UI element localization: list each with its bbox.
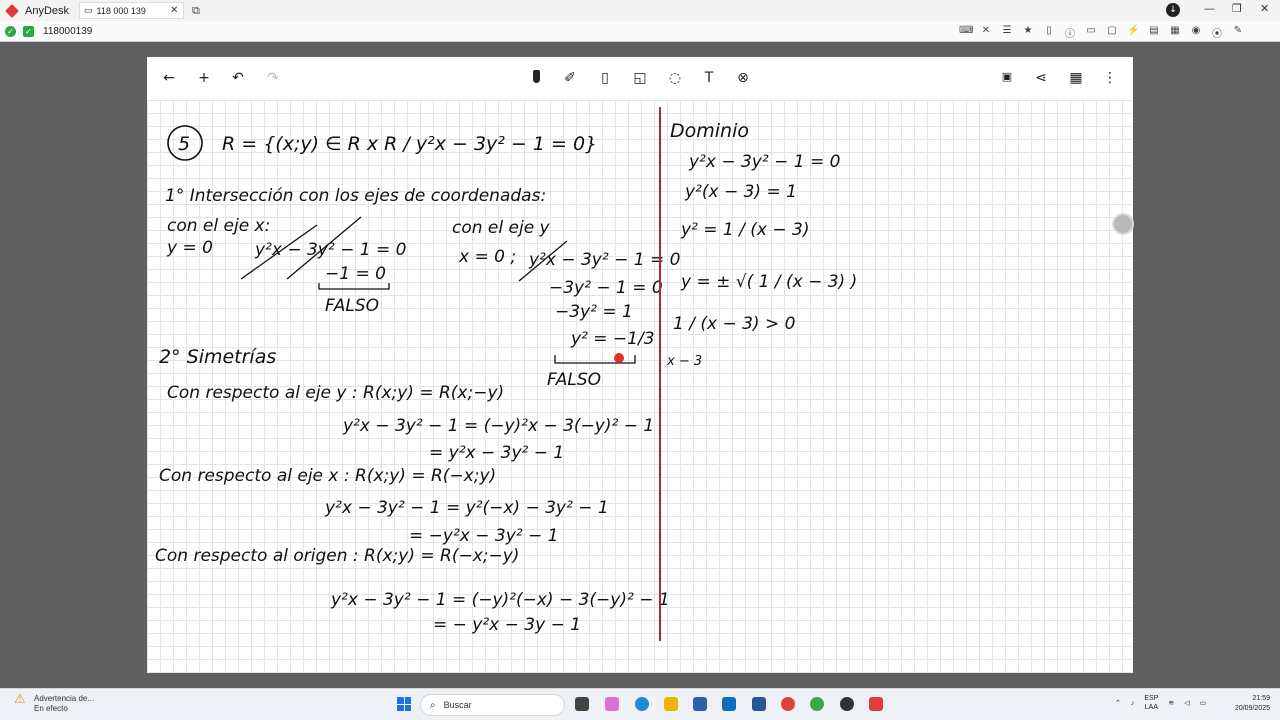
chrome-profile-icon[interactable] — [810, 697, 824, 711]
file-explorer-icon[interactable] — [664, 697, 678, 711]
dominio-line-4: y = ± √( 1 / (x − 3) ) — [680, 272, 857, 292]
eje-y-line-3: y² = −1/3 — [570, 329, 655, 349]
symmetry-y-line-2: = y²x − 3y² − 1 — [429, 443, 564, 463]
tools-icon[interactable]: ✕ — [980, 25, 992, 40]
input-icon[interactable]: ⌨ — [959, 25, 973, 40]
language-indicator[interactable]: ESP LAA — [1144, 694, 1158, 712]
remote-id: 118000139 — [43, 25, 93, 37]
dominio-title: Dominio — [670, 120, 749, 142]
dominio-line-2: y²(x − 3) = 1 — [684, 182, 797, 202]
symmetry-origin-line-2: = − y²x − 3y − 1 — [433, 615, 581, 635]
anydesk-taskbar-icon[interactable] — [869, 697, 883, 711]
app-icon[interactable] — [840, 697, 854, 711]
clock[interactable]: 21:59 20/09/2025 — [1235, 694, 1270, 714]
notification-widget[interactable]: ⚠ Advertencia de... En efecto — [14, 691, 95, 714]
outlook-icon[interactable] — [722, 697, 736, 711]
close-window-icon[interactable]: ✕ — [1260, 2, 1269, 15]
copilot-icon[interactable] — [605, 697, 619, 711]
monitor-icon: ▭ — [84, 5, 93, 15]
system-tray: ⌃ ♪ ESP LAA ≋ ◁ ▭ — [1115, 694, 1206, 712]
mic-icon[interactable]: ♪ — [1131, 700, 1135, 707]
note-page[interactable]: ← + ↶ ↷ ✐ ▯ ◱ ◌ T ⊗ ▣ ⋖ ▦ ⋮ 5 R = {(x;y)… — [147, 57, 1133, 673]
search-icon: ⌕ — [430, 699, 436, 711]
dominio-line-6: x − 3 — [666, 354, 702, 369]
clock-date: 20/09/2025 — [1234, 705, 1270, 712]
secure-icon: ✓ — [23, 25, 34, 37]
info-icon[interactable]: ⓘ — [1064, 25, 1076, 40]
wifi-icon[interactable]: ≋ — [1168, 699, 1174, 707]
eje-y-x0: x = 0 ; — [458, 247, 516, 267]
eje-x-result: −1 = 0 — [325, 264, 386, 284]
clock-time: 21:59 — [1252, 695, 1270, 702]
symmetry-x-label: Con respecto al eje x : R(x;y) = R(−x;y) — [159, 466, 496, 486]
file-icon[interactable]: ▯ — [1043, 25, 1055, 40]
close-tab-icon[interactable]: ✕ — [170, 5, 178, 16]
anydesk-logo-icon — [5, 3, 19, 18]
minimize-icon[interactable]: — — [1204, 2, 1215, 15]
chat-icon[interactable]: ▢ — [1106, 25, 1118, 40]
warning-subtitle: En efecto — [34, 704, 68, 713]
record-icon[interactable]: ⦿ — [1211, 25, 1223, 40]
chevron-up-icon[interactable]: ⌃ — [1115, 699, 1121, 707]
dominio-line-3: y² = 1 / (x − 3) — [680, 220, 809, 240]
exercise-number: 5 — [178, 133, 190, 155]
laser-pointer — [614, 353, 624, 363]
lang-layout: LAA — [1144, 704, 1158, 711]
action-icon[interactable]: ⚡ — [1127, 25, 1139, 40]
display-icon[interactable]: ▭ — [1085, 25, 1097, 40]
symmetry-origin-label: Con respecto al origen : R(x;y) = R(−x;−… — [155, 546, 519, 566]
symmetry-y-label: Con respecto al eje y : R(x;y) = R(x;−y) — [167, 383, 504, 403]
connected-check-icon: ✓ — [5, 25, 16, 37]
eje-x-label: con el eje x: — [167, 216, 270, 236]
warning-icon: ⚠ — [14, 691, 26, 706]
symmetry-x-line-2: = −y²x − 3y² − 1 — [409, 526, 558, 546]
falso-2: FALSO — [547, 370, 601, 390]
taskbar-search[interactable]: ⌕ Buscar — [420, 694, 565, 716]
warning-title: Advertencia de... — [34, 694, 95, 703]
symmetry-x-line-1: y²x − 3y² − 1 = y²(−x) − 3y² − 1 — [324, 498, 609, 518]
store-icon[interactable] — [693, 697, 707, 711]
files-icon[interactable]: ☰ — [1001, 25, 1013, 40]
keyboard-icon[interactable]: ▤ — [1148, 25, 1160, 40]
chrome-icon[interactable] — [781, 697, 795, 711]
eje-y-line-1: −3y² − 1 = 0 — [549, 278, 663, 298]
download-icon[interactable]: ↓ — [1166, 3, 1180, 17]
layout-icon[interactable]: ▦ — [1169, 25, 1181, 40]
start-button[interactable] — [397, 697, 411, 711]
symmetry-y-line-1: y²x − 3y² − 1 = (−y)²x − 3(−y)² − 1 — [342, 416, 654, 436]
edge-icon[interactable] — [635, 697, 649, 711]
app-name: AnyDesk — [25, 4, 70, 17]
symmetry-origin-line-1: y²x − 3y² − 1 = (−y)²(−x) − 3(−y)² − 1 — [330, 590, 670, 610]
volume-icon[interactable]: ◁ — [1184, 699, 1189, 707]
handwriting-canvas[interactable]: 5 R = {(x;y) ∈ R x R / y²x − 3y² − 1 = 0… — [147, 57, 1133, 673]
search-placeholder: Buscar — [443, 700, 472, 710]
floating-edit-button[interactable] — [1112, 213, 1134, 235]
lang-code: ESP — [1144, 695, 1159, 702]
battery-icon[interactable]: ▭ — [1200, 699, 1207, 707]
eje-x-y0: y = 0 — [166, 238, 213, 258]
whiteboard-icon[interactable]: ✎ — [1232, 25, 1244, 40]
relation-definition: R = {(x;y) ∈ R x R / y²x − 3y² − 1 = 0} — [222, 133, 597, 155]
dominio-line-5: 1 / (x − 3) > 0 — [673, 314, 795, 334]
step-2-heading: 2° Simetrías — [159, 346, 276, 368]
session-bar: ✓ ✓ 118000139 ⌨ ✕ ☰ ★ ▯ ⓘ ▭ ▢ ⚡ ▤ ▦ ◉ ⦿ … — [0, 21, 1280, 42]
falso-1: FALSO — [325, 296, 379, 316]
dominio-line-1: y²x − 3y² − 1 = 0 — [688, 152, 840, 172]
word-icon[interactable] — [752, 697, 766, 711]
eje-y-line-2: −3y² = 1 — [555, 302, 633, 322]
anydesk-titlebar: AnyDesk ▭ 118 000 139 ✕ ⧉ ↓ — ❐ ✕ — [0, 0, 1280, 21]
step-1-heading: 1° Intersección con los ejes de coordena… — [165, 186, 546, 206]
session-tab[interactable]: ▭ 118 000 139 ✕ — [79, 2, 185, 19]
eje-y-label: con el eje y — [452, 218, 551, 238]
taskbar: ⚠ Advertencia de... En efecto ⌕ Buscar ⌃… — [0, 688, 1280, 720]
favorite-icon[interactable]: ★ — [1022, 25, 1034, 40]
new-tab-icon[interactable]: ⧉ — [192, 4, 200, 18]
session-tools: ⌨ ✕ ☰ ★ ▯ ⓘ ▭ ▢ ⚡ ▤ ▦ ◉ ⦿ ✎ — [959, 25, 1244, 40]
eje-y-equation: y²x − 3y² − 1 = 0 — [528, 250, 680, 270]
session-tab-label: 118 000 139 — [96, 5, 146, 16]
restore-icon[interactable]: ❐ — [1232, 2, 1242, 15]
task-view-icon[interactable] — [575, 697, 589, 711]
privacy-icon[interactable]: ◉ — [1190, 25, 1202, 40]
